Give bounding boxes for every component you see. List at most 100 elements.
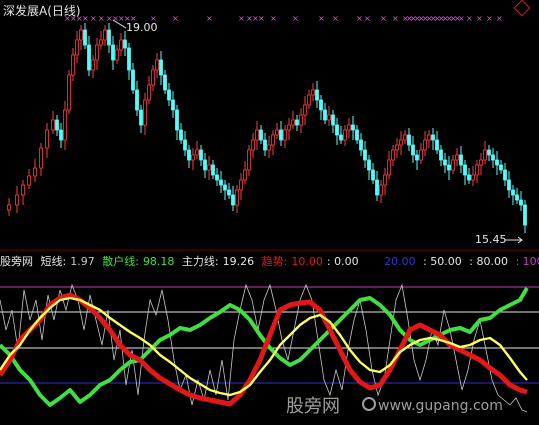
candle-body	[7, 204, 11, 211]
candle-body	[271, 134, 275, 146]
candle-body	[83, 29, 87, 46]
candle-body	[467, 174, 471, 181]
ref-80-value: : 80.00	[469, 255, 508, 268]
candle-body	[507, 179, 511, 191]
candle-body	[479, 159, 483, 166]
high-price-label: 19.00	[126, 21, 158, 34]
retail-label: 散户线:	[102, 255, 139, 268]
signal-mark-icon: ×	[270, 14, 277, 23]
candle-body	[199, 149, 203, 161]
candle-body	[371, 169, 375, 181]
signal-mark-icon: ×	[356, 14, 363, 23]
candle-body	[303, 104, 307, 116]
candle-body	[291, 119, 295, 126]
candle-body	[159, 59, 163, 76]
candles-group	[7, 23, 527, 233]
trend-value: 10.00	[291, 255, 323, 268]
candle-body	[491, 154, 495, 161]
candle-body	[115, 49, 119, 61]
retail-value: 98.18	[142, 255, 175, 268]
candle-body	[107, 29, 111, 46]
candle-body	[123, 39, 127, 49]
candle-body	[515, 194, 519, 201]
candle-body	[351, 124, 355, 131]
candle-body	[475, 164, 479, 176]
candle-body	[347, 124, 351, 131]
candle-body	[275, 129, 279, 136]
signal-mark-icon: ×	[486, 14, 493, 23]
candle-body	[259, 129, 263, 141]
candle-body	[367, 159, 371, 171]
candle-body	[411, 144, 415, 156]
signal-mark-icon: ×	[380, 14, 387, 23]
signal-mark-icon: ×	[258, 14, 265, 23]
candle-body	[359, 139, 363, 151]
candle-body	[187, 149, 191, 161]
candle-body	[335, 124, 339, 136]
watermark-logo-icon	[362, 397, 376, 411]
price-chart[interactable]: × × × × × × × × × × × × × × × × × × × × × × × × × × ××××××××××××××…	[0, 0, 539, 425]
candle-body	[203, 159, 207, 171]
candle-body	[355, 129, 359, 141]
candle-body	[295, 119, 299, 126]
candle-body	[251, 139, 255, 151]
candle-body	[315, 89, 319, 101]
candle-body	[15, 194, 19, 206]
candle-body	[495, 159, 499, 166]
candle-body	[511, 189, 515, 196]
candle-body	[447, 164, 451, 171]
candle-body	[103, 29, 107, 41]
signal-mark-icon: ×	[476, 14, 483, 23]
candle-body	[407, 134, 411, 146]
candle-body	[71, 54, 75, 76]
candle-body	[219, 179, 223, 186]
candle-body	[51, 119, 55, 131]
candle-body	[311, 89, 315, 96]
candle-body	[395, 144, 399, 151]
candle-body	[399, 139, 403, 146]
candle-body	[127, 47, 131, 71]
candle-body	[79, 29, 83, 41]
candle-body	[323, 109, 327, 121]
candle-body	[27, 175, 31, 186]
candle-body	[45, 129, 49, 149]
candle-body	[455, 154, 459, 161]
candle-body	[431, 134, 435, 141]
candle-body	[439, 149, 443, 161]
signal-mark-icon: ×	[392, 14, 399, 23]
candle-body	[139, 109, 143, 126]
candle-body	[163, 74, 167, 91]
indicator-name: 股旁网	[0, 255, 33, 268]
ref-50-value: : 50.00	[423, 255, 462, 268]
candle-body	[307, 94, 311, 106]
candle-body	[423, 139, 427, 151]
candle-body	[33, 167, 37, 177]
trend-label: 趋势:	[261, 255, 288, 268]
trend-line	[0, 292, 528, 407]
candle-body	[255, 129, 259, 141]
candle-body	[99, 39, 103, 46]
signal-mark-icon: ×	[458, 14, 465, 23]
candle-body	[207, 164, 211, 171]
signal-mark-icon: ×	[90, 14, 97, 23]
candle-body	[95, 44, 99, 61]
candle-body	[143, 99, 147, 126]
stock-chart-window[interactable]: 深发展A(日线) × × × × × × × × × × × × × × × × × × × × × × × × × × × × × × ×…	[0, 0, 539, 425]
candle-body	[487, 149, 491, 156]
signal-mark-icon: ×	[496, 14, 503, 23]
candle-body	[499, 164, 503, 171]
candle-body	[67, 74, 71, 111]
ref-0-value: : 0.00	[326, 255, 359, 268]
watermark-url: www.gupang.com	[378, 398, 503, 414]
candle-body	[227, 189, 231, 196]
candle-body	[363, 149, 367, 161]
candle-body	[119, 39, 123, 51]
main-label: 主力线:	[181, 255, 219, 268]
candle-body	[463, 164, 467, 176]
short-value: 1.97	[70, 255, 95, 268]
candle-body	[483, 149, 487, 161]
candle-body	[299, 114, 303, 126]
candle-body	[239, 179, 243, 191]
signal-mark-icon: ×	[466, 14, 473, 23]
candle-body	[243, 169, 247, 181]
